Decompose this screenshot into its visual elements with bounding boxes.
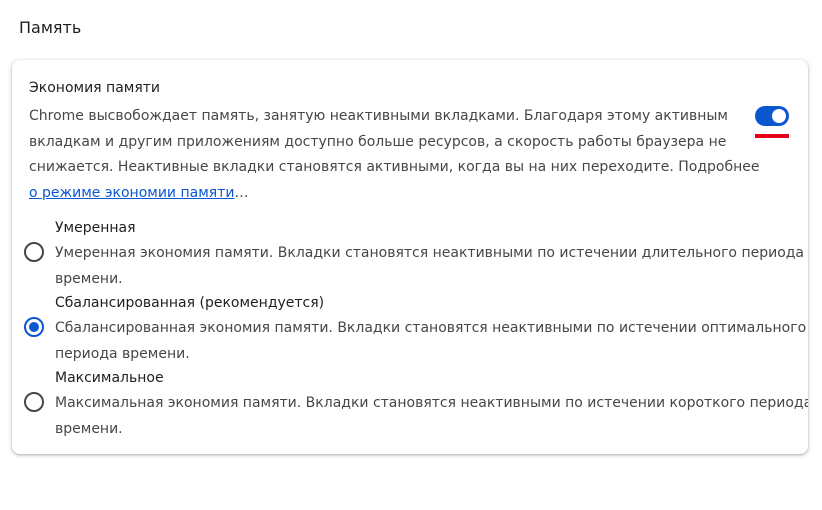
radio-maximum[interactable]: [24, 392, 44, 412]
option-moderate[interactable]: Умеренная Умеренная экономия памяти. Вкл…: [12, 220, 808, 294]
toggle-focus-underline: [755, 134, 789, 138]
option-balanced-label: Сбалансированная (рекомендуется): [55, 295, 325, 311]
learn-more-link[interactable]: о режиме экономии памяти: [29, 185, 234, 201]
memory-saver-card: Экономия памяти Chrome высвобождает памя…: [12, 60, 808, 454]
option-maximum[interactable]: Максимальное Максимальная экономия памят…: [12, 370, 808, 444]
option-moderate-label: Умеренная: [55, 220, 136, 236]
radio-balanced[interactable]: [24, 317, 44, 337]
option-maximum-description: Максимальная экономия памяти. Вкладки ст…: [55, 395, 808, 437]
learn-more-suffix: …: [234, 184, 249, 201]
option-moderate-description: Умеренная экономия памяти. Вкладки стано…: [55, 245, 805, 287]
toggle-knob: [772, 109, 786, 123]
page-title: Память: [19, 18, 82, 37]
memory-saver-description-text: Chrome высвобождает память, занятую неак…: [29, 108, 760, 175]
radio-moderate[interactable]: [24, 242, 44, 262]
option-balanced[interactable]: Сбалансированная (рекомендуется) Сбаланс…: [12, 295, 808, 369]
memory-saver-title: Экономия памяти: [29, 80, 161, 96]
memory-saver-description: Chrome высвобождает память, занятую неак…: [29, 104, 771, 206]
option-balanced-description: Сбалансированная экономия памяти. Вкладк…: [55, 320, 807, 362]
memory-saver-toggle[interactable]: [755, 106, 789, 126]
option-maximum-label: Максимальное: [55, 370, 164, 386]
